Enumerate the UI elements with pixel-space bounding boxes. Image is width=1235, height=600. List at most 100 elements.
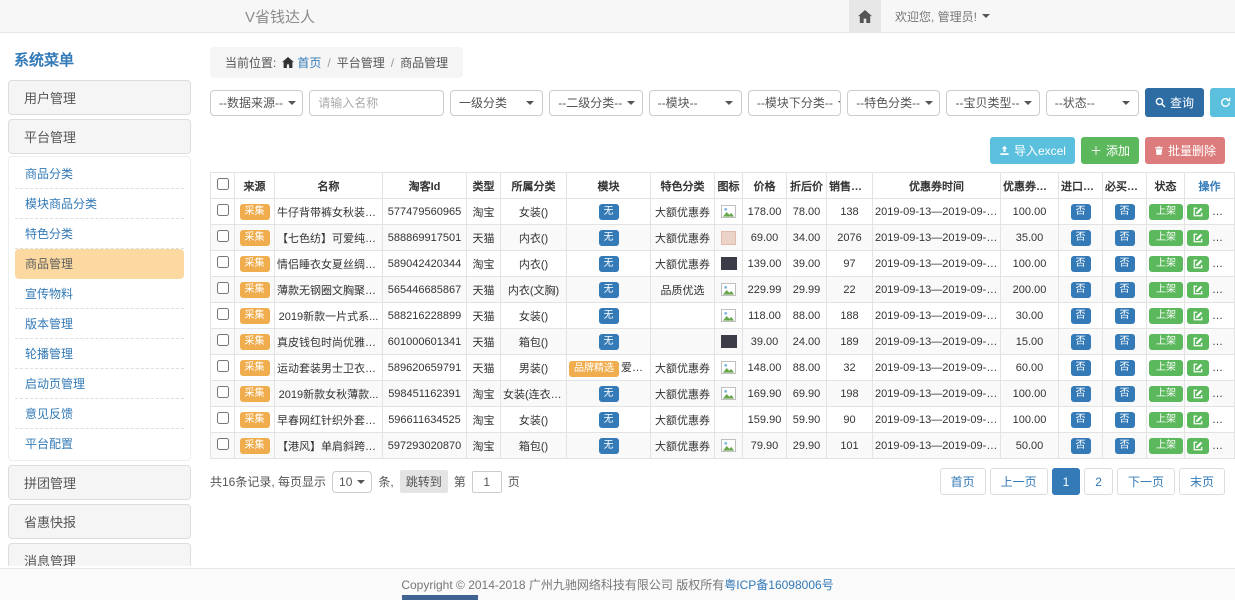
- row-checkbox[interactable]: [217, 334, 229, 346]
- filter-select[interactable]: --数据来源--: [210, 90, 303, 116]
- must-buy-toggle[interactable]: 否: [1115, 412, 1135, 428]
- page-number-input[interactable]: [472, 471, 502, 493]
- page-button[interactable]: 上一页: [990, 468, 1048, 495]
- import-select-toggle[interactable]: 否: [1071, 308, 1091, 324]
- filter-select[interactable]: --特色分类--: [847, 90, 940, 116]
- page-button[interactable]: 末页: [1179, 468, 1225, 495]
- must-buy-toggle[interactable]: 否: [1115, 256, 1135, 272]
- reset-button[interactable]: 重置: [1210, 88, 1235, 117]
- sidebar-group[interactable]: 拼团管理: [8, 465, 191, 500]
- import-select-toggle[interactable]: 否: [1071, 204, 1091, 220]
- batch-delete-button[interactable]: 批量删除: [1145, 137, 1225, 164]
- add-button[interactable]: ＋ 添加: [1081, 137, 1139, 164]
- sidebar-item[interactable]: 意见反馈: [15, 399, 184, 429]
- user-menu[interactable]: 欢迎您, 管理员!: [895, 8, 990, 25]
- module-badge[interactable]: 无: [599, 282, 619, 298]
- home-button[interactable]: [849, 0, 881, 32]
- filter-select[interactable]: --宝贝类型--: [946, 90, 1039, 116]
- module-badge[interactable]: 无: [599, 256, 619, 272]
- sidebar-item[interactable]: 版本管理: [15, 309, 184, 339]
- per-page-select[interactable]: 10: [332, 471, 372, 493]
- page-button[interactable]: 2: [1084, 468, 1113, 495]
- page-button[interactable]: 1: [1052, 468, 1081, 495]
- module-badge[interactable]: 无: [599, 386, 619, 402]
- sidebar-item[interactable]: 宣传物料: [15, 279, 184, 309]
- status-button[interactable]: 上架: [1149, 308, 1183, 324]
- row-checkbox[interactable]: [217, 230, 229, 242]
- import-select-toggle[interactable]: 否: [1071, 360, 1091, 376]
- row-checkbox[interactable]: [217, 412, 229, 424]
- import-select-toggle[interactable]: 否: [1071, 230, 1091, 246]
- icp-link[interactable]: 粤ICP备16098006号: [724, 576, 833, 593]
- sidebar-item[interactable]: 特色分类: [15, 219, 184, 249]
- must-buy-toggle[interactable]: 否: [1115, 230, 1135, 246]
- edit-button[interactable]: [1187, 230, 1209, 246]
- row-checkbox[interactable]: [217, 204, 229, 216]
- edit-button[interactable]: [1187, 386, 1209, 402]
- sidebar-item-active[interactable]: 商品管理: [15, 249, 184, 279]
- row-checkbox[interactable]: [217, 282, 229, 294]
- sidebar-item[interactable]: 商品分类: [15, 159, 184, 189]
- must-buy-toggle[interactable]: 否: [1115, 386, 1135, 402]
- row-checkbox[interactable]: [217, 386, 229, 398]
- must-buy-toggle[interactable]: 否: [1115, 282, 1135, 298]
- sidebar-group[interactable]: 消息管理: [8, 543, 191, 566]
- must-buy-toggle[interactable]: 否: [1115, 308, 1135, 324]
- status-button[interactable]: 上架: [1149, 256, 1183, 272]
- edit-button[interactable]: [1187, 334, 1209, 350]
- search-name-input[interactable]: [309, 90, 444, 116]
- row-checkbox[interactable]: [217, 308, 229, 320]
- sidebar-item[interactable]: 模块商品分类: [15, 189, 184, 219]
- import-select-toggle[interactable]: 否: [1071, 256, 1091, 272]
- breadcrumb-home-link[interactable]: 首页: [282, 54, 321, 71]
- filter-select[interactable]: 一级分类: [450, 90, 543, 116]
- jump-button[interactable]: 跳转到: [400, 470, 448, 493]
- module-badge[interactable]: 品牌精选: [569, 361, 619, 377]
- search-button[interactable]: 查询: [1145, 88, 1204, 117]
- sidebar-group[interactable]: 平台管理: [8, 119, 191, 154]
- edit-button[interactable]: [1187, 282, 1209, 298]
- edit-button[interactable]: [1187, 412, 1209, 428]
- status-button[interactable]: 上架: [1149, 334, 1183, 350]
- filter-select[interactable]: --模块下分类--: [748, 90, 841, 116]
- module-badge[interactable]: 无: [599, 438, 619, 454]
- sidebar-group[interactable]: 用户管理: [8, 80, 191, 115]
- module-badge[interactable]: 无: [599, 334, 619, 350]
- must-buy-toggle[interactable]: 否: [1115, 438, 1135, 454]
- edit-button[interactable]: [1187, 438, 1209, 454]
- status-button[interactable]: 上架: [1149, 282, 1183, 298]
- edit-button[interactable]: [1187, 204, 1209, 220]
- filter-select[interactable]: --模块--: [649, 90, 742, 116]
- module-badge[interactable]: 无: [599, 204, 619, 220]
- import-select-toggle[interactable]: 否: [1071, 438, 1091, 454]
- status-button[interactable]: 上架: [1149, 386, 1183, 402]
- import-excel-button[interactable]: 导入excel: [990, 137, 1075, 164]
- sidebar-item[interactable]: 平台配置: [15, 429, 184, 458]
- filter-select[interactable]: --二级分类--: [549, 90, 642, 116]
- sidebar-item[interactable]: 轮播管理: [15, 339, 184, 369]
- status-button[interactable]: 上架: [1149, 412, 1183, 428]
- page-button[interactable]: 首页: [940, 468, 986, 495]
- status-button[interactable]: 上架: [1149, 204, 1183, 220]
- status-button[interactable]: 上架: [1149, 230, 1183, 246]
- select-all-checkbox[interactable]: [217, 178, 229, 190]
- edit-button[interactable]: [1187, 360, 1209, 376]
- status-button[interactable]: 上架: [1149, 360, 1183, 376]
- module-badge[interactable]: 无: [599, 308, 619, 324]
- row-checkbox[interactable]: [217, 360, 229, 372]
- import-select-toggle[interactable]: 否: [1071, 334, 1091, 350]
- filter-select[interactable]: --状态--: [1046, 90, 1139, 116]
- must-buy-toggle[interactable]: 否: [1115, 360, 1135, 376]
- edit-button[interactable]: [1187, 308, 1209, 324]
- import-select-toggle[interactable]: 否: [1071, 412, 1091, 428]
- page-button[interactable]: 下一页: [1117, 468, 1175, 495]
- import-select-toggle[interactable]: 否: [1071, 282, 1091, 298]
- status-button[interactable]: 上架: [1149, 438, 1183, 454]
- sidebar-group[interactable]: 省惠快报: [8, 504, 191, 539]
- edit-button[interactable]: [1187, 256, 1209, 272]
- module-badge[interactable]: 无: [599, 412, 619, 428]
- must-buy-toggle[interactable]: 否: [1115, 204, 1135, 220]
- row-checkbox[interactable]: [217, 256, 229, 268]
- must-buy-toggle[interactable]: 否: [1115, 334, 1135, 350]
- sidebar-item[interactable]: 启动页管理: [15, 369, 184, 399]
